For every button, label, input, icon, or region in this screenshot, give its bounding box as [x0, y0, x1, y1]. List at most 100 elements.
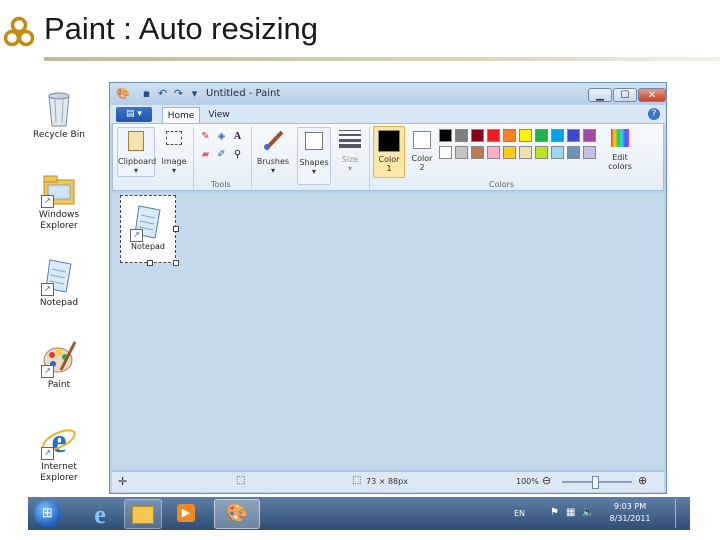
palette-swatch[interactable] — [583, 146, 596, 159]
help-icon[interactable]: ? — [648, 108, 660, 120]
color2-swatch — [413, 131, 431, 149]
line-size-icon — [339, 130, 361, 148]
color-picker-icon[interactable]: ✐ — [215, 148, 228, 161]
redo-icon[interactable]: ↷ — [172, 87, 185, 100]
ribbon: Clipboard ▾ Image ▾ ✎ ◈ A ▰ ✐ ⚲ Tools Br… — [112, 123, 664, 191]
desktop-icon-recycle-bin[interactable]: Recycle Bin — [23, 88, 95, 141]
internet-explorer-icon: e ↗ — [41, 420, 77, 460]
maximize-button[interactable]: ☐ — [613, 88, 637, 102]
taskbar-paint-icon[interactable]: 🎨 — [214, 499, 260, 529]
undo-icon[interactable]: ↶ — [156, 87, 169, 100]
color2-button[interactable]: Color 2 — [407, 126, 437, 176]
palette-swatch[interactable] — [455, 129, 468, 142]
taskbar-media-player-icon[interactable]: ▶ — [168, 499, 204, 527]
image-button[interactable]: Image ▾ — [159, 127, 189, 175]
canvas-size-icon: ⬚ — [352, 475, 362, 486]
selected-canvas[interactable]: ↗ Notepad — [120, 195, 179, 266]
color1-label: Color 1 — [378, 155, 400, 173]
zoom-slider-thumb[interactable] — [592, 476, 599, 489]
taskbar: ⊞ e ▶ 🎨 EN ⚑ ▦ 🔈 9:03 PM 8/31/2011 — [28, 497, 690, 530]
size-button[interactable]: Size ▾ — [335, 127, 365, 175]
palette-swatch[interactable] — [551, 146, 564, 159]
tab-home[interactable]: Home — [162, 107, 200, 123]
palette-swatch[interactable] — [583, 129, 596, 142]
zoom-in-button[interactable]: ⊕ — [638, 474, 647, 487]
palette-swatch[interactable] — [567, 146, 580, 159]
palette-swatch[interactable] — [471, 146, 484, 159]
desktop-icon-paint[interactable]: ↗ Paint — [23, 338, 95, 391]
edit-colors-button[interactable]: Edit colors — [603, 127, 637, 175]
palette-swatch[interactable] — [503, 129, 516, 142]
network-icon[interactable]: ▦ — [566, 507, 575, 518]
palette-swatch[interactable] — [535, 129, 548, 142]
volume-icon[interactable]: 🔈 — [582, 507, 594, 518]
text-icon[interactable]: A — [231, 130, 244, 143]
edit-colors-label: Edit colors — [608, 153, 632, 171]
canvas-area[interactable]: ↗ Notepad — [112, 193, 664, 469]
separator — [193, 127, 194, 189]
palette-swatch[interactable] — [519, 146, 532, 159]
palette-swatch[interactable] — [471, 129, 484, 142]
palette-swatch[interactable] — [551, 129, 564, 142]
shortcut-arrow-icon: ↗ — [41, 365, 54, 378]
flag-icon[interactable]: ⚑ — [550, 507, 559, 518]
file-menu-button[interactable]: ▤ ▾ — [116, 107, 152, 122]
colors-group-label: Colors — [489, 180, 515, 189]
show-desktop-button[interactable] — [675, 499, 684, 528]
clipboard-button[interactable]: Clipboard ▾ — [117, 127, 156, 177]
palette-swatch[interactable] — [439, 129, 452, 142]
desktop-icon-internet-explorer[interactable]: e ↗ Internet Explorer — [23, 420, 95, 484]
palette-swatch[interactable] — [487, 129, 500, 142]
shortcut-arrow-icon: ↗ — [41, 195, 54, 208]
desktop-icon-windows-explorer[interactable]: ↗ Windows Explorer — [23, 168, 95, 232]
color1-button[interactable]: Color 1 — [373, 126, 405, 178]
clipboard-icon — [128, 131, 144, 151]
pencil-icon[interactable]: ✎ — [199, 130, 212, 143]
fill-icon[interactable]: ◈ — [215, 130, 228, 143]
close-button[interactable]: ✕ — [638, 88, 666, 102]
tab-view[interactable]: View — [202, 107, 236, 123]
palette-swatch[interactable] — [567, 129, 580, 142]
palette-swatch[interactable] — [487, 146, 500, 159]
shapes-button[interactable]: Shapes ▾ — [297, 127, 331, 185]
tools-group-label: Tools — [211, 180, 231, 189]
magnifier-icon[interactable]: ⚲ — [231, 148, 244, 161]
paint-app-icon[interactable]: 🎨 — [116, 87, 130, 100]
brushes-button[interactable]: Brushes ▾ — [255, 127, 291, 175]
separator — [251, 127, 252, 189]
slide-header: Paint : Auto resizing — [0, 0, 720, 70]
svg-text:e: e — [94, 500, 106, 527]
clock-time[interactable]: 9:03 PM — [608, 502, 652, 511]
clock-date[interactable]: 8/31/2011 — [604, 514, 656, 523]
shortcut-arrow-icon: ↗ — [41, 283, 54, 296]
taskbar-explorer-icon[interactable] — [124, 499, 162, 529]
desktop-icon-label: Paint — [47, 380, 71, 390]
desktop-icon-notepad[interactable]: ↗ Notepad — [23, 256, 95, 309]
customize-qat-icon[interactable]: ▾ — [188, 87, 201, 100]
title-bar: 🎨 ▪ ↶ ↷ ▾ Untitled - Paint ▁ ☐ ✕ — [110, 83, 666, 105]
save-icon[interactable]: ▪ — [140, 87, 153, 100]
resize-handle-corner[interactable] — [173, 260, 179, 266]
title-underline — [44, 57, 720, 61]
eraser-icon[interactable]: ▰ — [199, 148, 212, 161]
notepad-icon: ↗ — [41, 256, 77, 296]
window-title: Untitled - Paint — [206, 88, 281, 99]
windows-logo-icon: ⊞ — [42, 506, 53, 521]
start-button[interactable]: ⊞ — [34, 500, 61, 527]
shapes-icon — [305, 132, 323, 150]
palette-swatch[interactable] — [503, 146, 516, 159]
zoom-out-button[interactable]: ⊖ — [542, 474, 551, 487]
minimize-button[interactable]: ▁ — [588, 88, 612, 102]
palette-swatch[interactable] — [535, 146, 548, 159]
desktop-icon-label: Windows Explorer — [38, 210, 80, 231]
paint-palette-icon: ↗ — [41, 338, 77, 378]
chevron-down-icon: ▾ — [171, 166, 176, 175]
resize-handle-bottom[interactable] — [147, 260, 153, 266]
language-indicator[interactable]: EN — [514, 509, 525, 518]
desktop-icon-label: Internet Explorer — [40, 462, 78, 483]
palette-swatch[interactable] — [455, 146, 468, 159]
palette-swatch[interactable] — [439, 146, 452, 159]
taskbar-ie-icon[interactable]: e — [82, 499, 118, 529]
palette-swatch[interactable] — [519, 129, 532, 142]
resize-handle-right[interactable] — [173, 226, 179, 232]
